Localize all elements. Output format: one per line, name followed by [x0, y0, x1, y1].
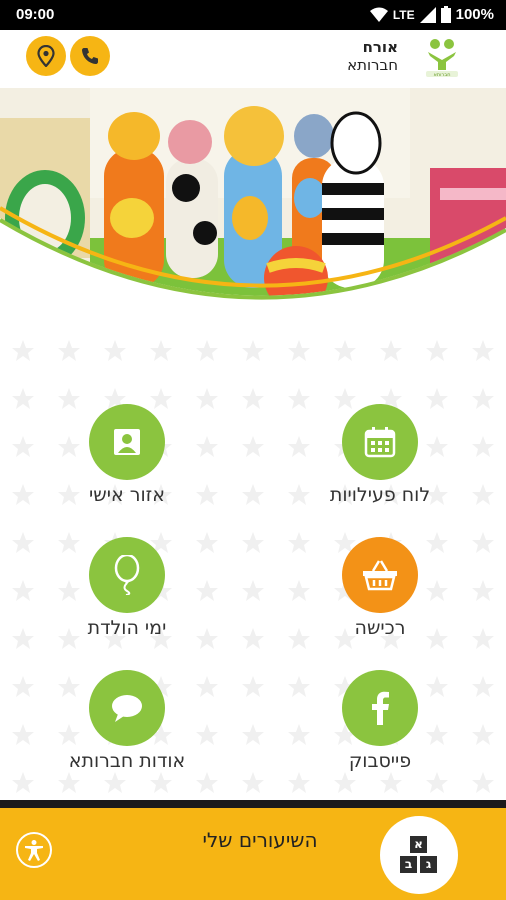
- my-lessons-title[interactable]: השיעורים שלי: [150, 828, 370, 852]
- calendar-icon: [364, 427, 396, 458]
- menu-item-activities[interactable]: לוח פעילויות: [280, 404, 480, 524]
- phone-button[interactable]: [70, 36, 110, 76]
- menu-item-personal-area[interactable]: אזור אישי: [27, 404, 227, 524]
- facebook-circle: [342, 670, 418, 746]
- menu-item-birthdays[interactable]: ימי הולדת: [27, 537, 227, 657]
- app-header: אורח חברותא חברותא: [0, 30, 506, 88]
- facebook-icon: [372, 691, 389, 725]
- status-icons: LTE 100%: [369, 6, 494, 23]
- svg-text:חברותא: חברותא: [434, 72, 451, 78]
- accessibility-icon: [25, 840, 43, 861]
- hero-toys-illustration: [0, 88, 506, 328]
- basket-icon: [363, 560, 397, 591]
- purchase-label: רכישה: [354, 617, 406, 639]
- wifi-icon: [369, 7, 388, 22]
- facebook-label: פייסבוק: [348, 750, 412, 772]
- user-org: חברותא: [347, 56, 398, 74]
- user-info: אורח חברותא: [347, 38, 398, 74]
- status-time: 09:00: [16, 6, 55, 23]
- personal-area-circle: [89, 404, 165, 480]
- block-aleph: א: [410, 836, 427, 853]
- menu-item-facebook[interactable]: פייסבוק: [280, 670, 480, 790]
- about-label: אודות חברותא: [68, 750, 186, 772]
- app-logo: חברותא: [422, 34, 462, 80]
- accessibility-button[interactable]: [16, 832, 52, 868]
- menu-item-purchase[interactable]: רכישה: [280, 537, 480, 657]
- phone-icon: [82, 48, 98, 64]
- purchase-circle: [342, 537, 418, 613]
- birthdays-circle: [89, 537, 165, 613]
- my-lessons-button[interactable]: א ב ג: [380, 816, 458, 894]
- person-icon: [114, 429, 140, 455]
- letter-blocks-icon: א ב ג: [399, 836, 439, 874]
- block-bet: ב: [400, 856, 417, 873]
- hero-banner: [0, 88, 506, 328]
- signal-icon: [419, 6, 436, 23]
- location-pin-icon: [37, 45, 55, 67]
- block-gimel: ג: [420, 856, 437, 873]
- network-label: LTE: [392, 7, 415, 22]
- balloon-icon: [114, 555, 140, 595]
- about-circle: [89, 670, 165, 746]
- logo-icon: חברותא: [426, 39, 458, 78]
- menu-item-about[interactable]: אודות חברותא: [27, 670, 227, 790]
- menu-grid: לוח פעילויות אזור אישי רכישה ימי הולדת פ…: [0, 328, 506, 800]
- location-button[interactable]: [26, 36, 66, 76]
- user-name: אורח: [362, 38, 398, 56]
- birthdays-label: ימי הולדת: [87, 617, 167, 639]
- personal-area-label: אזור אישי: [89, 484, 165, 506]
- activities-label: לוח פעילויות: [329, 484, 431, 506]
- activities-circle: [342, 404, 418, 480]
- battery-label: 100%: [455, 6, 494, 23]
- chat-icon: [112, 695, 142, 722]
- bottom-bar: השיעורים שלי א ב ג: [0, 800, 506, 900]
- status-bar: 09:00 LTE 100%: [0, 0, 506, 30]
- bottom-divider: [0, 800, 506, 808]
- battery-icon: [440, 6, 451, 23]
